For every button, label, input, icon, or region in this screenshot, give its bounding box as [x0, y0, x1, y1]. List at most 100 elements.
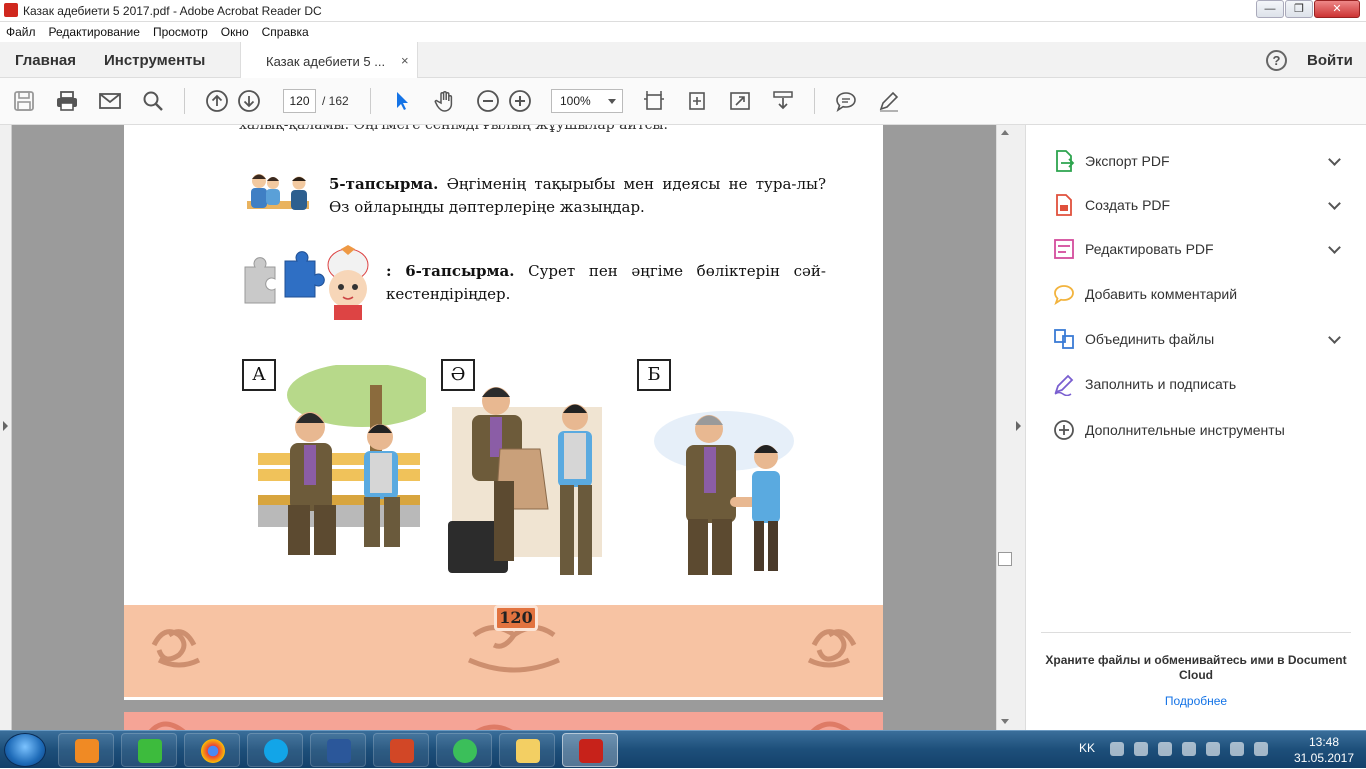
- tab-document[interactable]: Казак адебиети 5 ... ×: [240, 42, 418, 79]
- next-pdf-page: [124, 712, 883, 730]
- menu-file[interactable]: Файл: [6, 22, 36, 42]
- tool-fill-sign[interactable]: Заполнить и подписать: [1048, 366, 1348, 402]
- media-player-icon: [75, 739, 99, 763]
- tool-label: Редактировать PDF: [1085, 241, 1214, 257]
- right-panel-toggle[interactable]: [1013, 125, 1026, 730]
- language-indicator[interactable]: KK: [1079, 741, 1095, 755]
- more-tools-icon: [1052, 418, 1076, 442]
- fill-sign-icon: [1052, 372, 1076, 397]
- maximize-button[interactable]: ❐: [1285, 0, 1313, 18]
- previous-page-icon[interactable]: [205, 89, 229, 113]
- zoom-value: 100%: [560, 94, 591, 108]
- page-number-input[interactable]: 120: [283, 89, 316, 113]
- clock-time[interactable]: 13:48: [1298, 735, 1350, 749]
- taskbar-word[interactable]: [310, 733, 366, 767]
- left-panel-toggle[interactable]: [0, 125, 12, 730]
- print-icon[interactable]: [55, 89, 79, 113]
- scroll-up-icon[interactable]: [1001, 130, 1009, 135]
- taskbar-acrobat[interactable]: [562, 733, 618, 767]
- title-bar: Казак адебиети 5 2017.pdf - Adobe Acroba…: [0, 0, 1366, 22]
- task5-text: 5-тапсырма. Әңгіменің тақырыбы мен идеяс…: [329, 173, 826, 219]
- zoom-in-icon[interactable]: [508, 89, 532, 113]
- menu-view[interactable]: Просмотр: [153, 22, 208, 42]
- hand-tool-icon[interactable]: [433, 89, 457, 113]
- chevron-down-icon[interactable]: [1328, 197, 1341, 210]
- highlight-pen-icon[interactable]: [877, 89, 901, 113]
- rotate-view-icon[interactable]: [685, 89, 709, 113]
- document-cloud-promo: Храните файлы и обменивайтесь ими в Docu…: [1045, 653, 1347, 682]
- page-cut-text: халық-қаламы. Әңгімеге сенімді ғылың жұу…: [239, 125, 669, 133]
- zoom-out-icon[interactable]: [476, 89, 500, 113]
- taskbar-explorer[interactable]: [499, 733, 555, 767]
- full-screen-icon[interactable]: [728, 89, 752, 113]
- tray-signal-icon[interactable]: [1254, 742, 1268, 756]
- chevron-down-icon: [608, 99, 616, 104]
- next-page-icon[interactable]: [237, 89, 261, 113]
- scroll-mode-icon[interactable]: [771, 89, 795, 113]
- tray-weather-icon[interactable]: [1134, 742, 1148, 756]
- toolbar-separator: [370, 88, 371, 114]
- window-title: Казак адебиети 5 2017.pdf - Adobe Acroba…: [23, 4, 322, 18]
- menu-edit[interactable]: Редактирование: [49, 22, 140, 42]
- tool-export-pdf[interactable]: Экспорт PDF: [1048, 143, 1348, 179]
- tool-add-comment[interactable]: Добавить комментарий: [1048, 276, 1348, 312]
- tab-tools[interactable]: Инструменты: [104, 52, 205, 69]
- puzzle-girl-illustration: [241, 245, 371, 320]
- tray-mail-icon[interactable]: [1158, 742, 1172, 756]
- taskbar-media-player[interactable]: [58, 733, 114, 767]
- menu-window[interactable]: Окно: [221, 22, 249, 42]
- task6-text: : 6-тапсырма. Сурет пен әңгіме бөліктері…: [386, 260, 826, 306]
- search-icon[interactable]: [141, 89, 165, 113]
- tab-document-label: Казак адебиети 5 ...: [266, 54, 386, 69]
- scroll-down-icon[interactable]: [1001, 719, 1009, 724]
- window-controls: — ❐ ✕: [1255, 0, 1360, 18]
- tool-create-pdf[interactable]: Создать PDF: [1048, 187, 1348, 223]
- taskbar-skype[interactable]: [247, 733, 303, 767]
- tool-more-tools[interactable]: Дополнительные инструменты: [1048, 412, 1348, 448]
- chevron-down-icon[interactable]: [1328, 331, 1341, 344]
- tool-label: Дополнительные инструменты: [1085, 422, 1285, 438]
- chevron-right-icon: [3, 421, 8, 431]
- word-icon: [327, 739, 351, 763]
- zoom-select[interactable]: 100%: [551, 89, 623, 113]
- create-pdf-icon: [1052, 193, 1076, 217]
- select-cursor-icon[interactable]: [390, 89, 414, 113]
- start-button[interactable]: [4, 733, 46, 767]
- learn-more-link[interactable]: Подробнее: [1041, 694, 1351, 708]
- help-icon[interactable]: ?: [1266, 50, 1287, 71]
- fit-page-icon[interactable]: [642, 89, 666, 113]
- chevron-down-icon[interactable]: [1328, 153, 1341, 166]
- tool-edit-pdf[interactable]: Редактировать PDF: [1048, 231, 1348, 267]
- tool-label: Добавить комментарий: [1085, 286, 1238, 302]
- document-viewport[interactable]: халық-қаламы. Әңгімеге сенімді ғылың жұу…: [0, 125, 1013, 730]
- signin-button[interactable]: Войти: [1307, 52, 1353, 69]
- taskbar-chrome[interactable]: [184, 733, 240, 767]
- tab-home[interactable]: Главная: [15, 52, 76, 69]
- taskbar-mail-agent[interactable]: [436, 733, 492, 767]
- minimize-button[interactable]: —: [1256, 0, 1284, 18]
- taskbar-powerpoint[interactable]: [373, 733, 429, 767]
- taskbar-app-a[interactable]: [121, 733, 177, 767]
- mail-agent-icon: [453, 739, 477, 763]
- scrollbar-thumb[interactable]: [998, 552, 1012, 566]
- task6-prefix: :: [386, 262, 392, 280]
- comment-icon[interactable]: [834, 89, 858, 113]
- tray-flag-icon[interactable]: [1206, 742, 1220, 756]
- chevron-down-icon[interactable]: [1328, 241, 1341, 254]
- vertical-scrollbar[interactable]: [996, 125, 1013, 730]
- tool-combine-files[interactable]: Объединить файлы: [1048, 321, 1348, 357]
- tab-close-icon[interactable]: ×: [401, 53, 409, 68]
- tray-volume-icon[interactable]: [1230, 742, 1244, 756]
- tray-device-icon[interactable]: [1182, 742, 1196, 756]
- tray-network-icon[interactable]: [1110, 742, 1124, 756]
- folder-icon: [516, 739, 540, 763]
- email-icon[interactable]: [98, 89, 122, 113]
- save-icon[interactable]: [12, 89, 36, 113]
- close-button[interactable]: ✕: [1314, 0, 1360, 18]
- menu-help[interactable]: Справка: [262, 22, 309, 42]
- comment-icon: [1052, 282, 1076, 306]
- clock-date[interactable]: 31.05.2017: [1288, 751, 1360, 765]
- acrobat-app-icon: [4, 3, 18, 17]
- windows-taskbar: KK 13:48 31.05.2017: [0, 730, 1366, 768]
- tool-label: Заполнить и подписать: [1085, 376, 1237, 392]
